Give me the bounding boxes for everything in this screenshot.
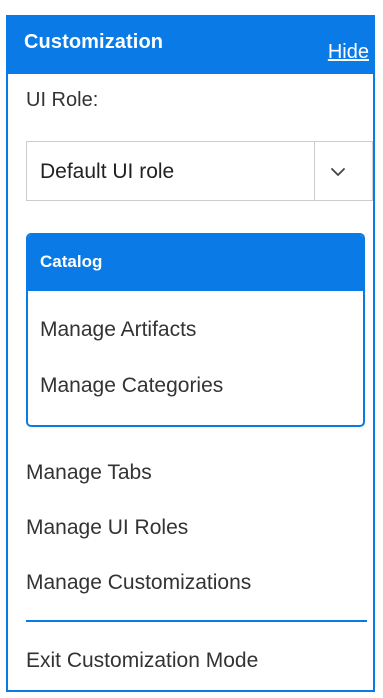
manage-artifacts-link[interactable]: Manage Artifacts	[40, 318, 196, 342]
customization-panel: Customization Hide UI Role: Default UI r…	[6, 15, 375, 692]
ui-role-label: UI Role:	[26, 89, 99, 111]
panel-title: Customization	[24, 31, 164, 53]
manage-ui-roles-link[interactable]: Manage UI Roles	[26, 516, 188, 540]
catalog-header: Catalog	[28, 235, 363, 291]
catalog-title: Catalog	[40, 252, 103, 271]
hide-link[interactable]: Hide	[328, 41, 369, 64]
chevron-down-icon[interactable]	[326, 160, 350, 184]
manage-tabs-link[interactable]: Manage Tabs	[26, 461, 152, 485]
exit-divider	[26, 620, 367, 622]
exit-customization-mode-link[interactable]: Exit Customization Mode	[26, 649, 258, 673]
select-divider	[314, 142, 315, 200]
manage-customizations-link[interactable]: Manage Customizations	[26, 571, 251, 595]
ui-role-selected-value: Default UI role	[40, 160, 175, 183]
manage-categories-link[interactable]: Manage Categories	[40, 374, 223, 398]
panel-header: Customization Hide	[8, 17, 373, 74]
catalog-section: Catalog Manage Artifacts Manage Categori…	[26, 233, 365, 427]
ui-role-select[interactable]: Default UI role	[26, 141, 373, 201]
